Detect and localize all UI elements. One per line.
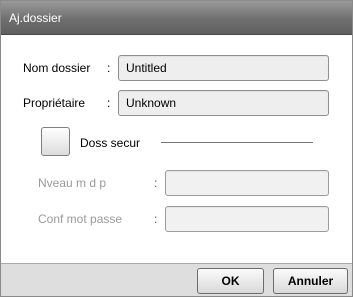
folder-name-label: Nom dossier	[23, 61, 91, 75]
owner-colon: :	[107, 96, 111, 110]
owner-label: Propriétaire	[23, 96, 86, 110]
folder-name-colon: :	[107, 61, 111, 75]
secure-folder-label: Doss secur	[80, 136, 141, 150]
confirm-password-input[interactable]	[165, 206, 329, 232]
button-bar: OK Annuler	[1, 263, 352, 296]
folder-name-input[interactable]: Untitled	[118, 55, 329, 81]
dialog-title: Aj.dossier	[1, 1, 352, 35]
password-level-input[interactable]	[165, 170, 329, 196]
cancel-button[interactable]: Annuler	[273, 268, 348, 294]
password-level-label: Nveau m d p	[38, 176, 107, 190]
confirm-password-colon: :	[154, 212, 158, 226]
confirm-password-label: Conf mot passe	[38, 212, 123, 226]
add-folder-dialog: Aj.dossier Nom dossier : Untitled Propri…	[0, 0, 353, 297]
password-level-colon: :	[154, 176, 158, 190]
secure-folder-checkbox[interactable]	[41, 127, 70, 156]
separator-line	[161, 142, 313, 143]
ok-button[interactable]: OK	[197, 268, 264, 294]
owner-input[interactable]: Unknown	[118, 90, 329, 116]
